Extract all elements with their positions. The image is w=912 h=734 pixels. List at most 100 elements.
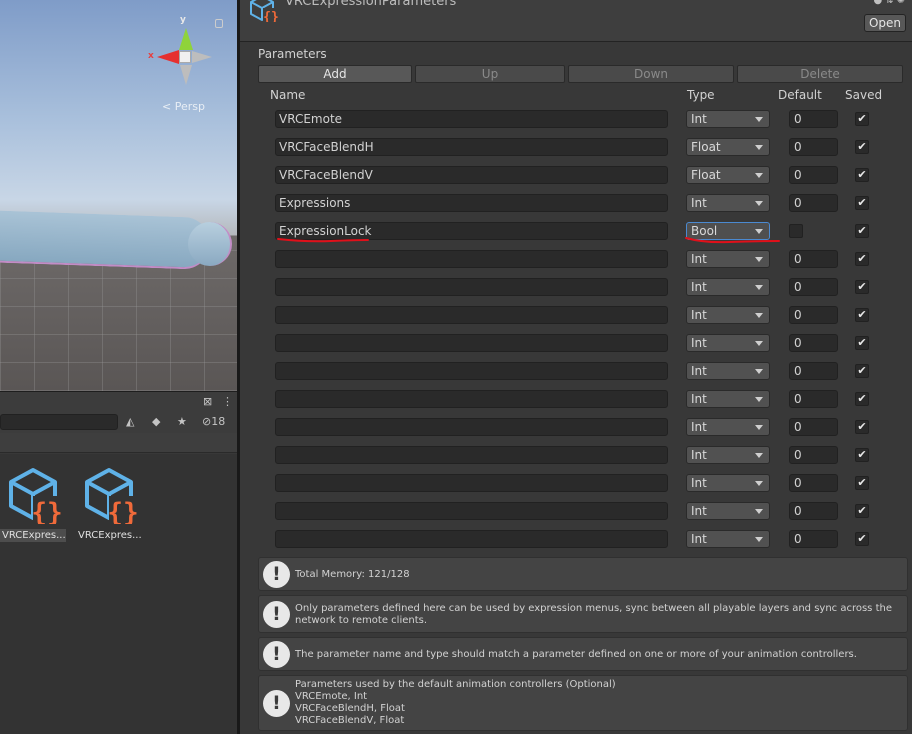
parameter-default-checkbox[interactable] [789,224,803,238]
parameter-saved-checkbox[interactable]: ✔ [855,532,869,546]
parameter-default-input[interactable]: 0 [789,194,838,212]
parameter-name-input[interactable] [275,446,668,464]
sync-text-line: Only parameters defined here can be used… [295,603,892,614]
parameter-saved-checkbox[interactable]: ✔ [855,448,869,462]
parameter-type-dropdown[interactable]: Int [686,530,770,548]
scene-view[interactable]: y x < Persp [0,0,237,391]
parameter-default-input[interactable]: 0 [789,166,838,184]
parameter-default-input[interactable]: 0 [789,306,838,324]
parameter-default-input[interactable]: 0 [789,110,838,128]
help-icon[interactable]: ● [873,0,885,6]
gizmo-x-cone[interactable] [157,50,179,64]
parameter-name-input[interactable] [275,362,668,380]
parameter-saved-checkbox[interactable]: ✔ [855,504,869,518]
parameter-name-input[interactable] [275,334,668,352]
hidden-packages-icon[interactable]: ⊘18 [202,415,225,428]
open-button[interactable]: Open [864,14,906,32]
parameter-type-dropdown[interactable]: Float [686,138,770,156]
projection-label[interactable]: < Persp [162,100,205,113]
lock-icon[interactable] [215,19,223,28]
parameter-default-input[interactable]: 0 [789,362,838,380]
settings-icon[interactable]: ✺ [897,0,908,6]
orientation-gizmo[interactable]: y x [148,15,220,90]
parameter-saved-checkbox[interactable]: ✔ [855,252,869,266]
parameter-type-dropdown[interactable]: Float [686,166,770,184]
parameter-default-input[interactable]: 0 [789,278,838,296]
dropdown-caret-icon [755,481,763,486]
gizmo-neg-y-cone[interactable] [180,65,192,85]
add-button[interactable]: Add [258,65,412,83]
parameter-name-input[interactable] [275,278,668,296]
parameter-type-dropdown[interactable]: Int [686,278,770,296]
asset-item[interactable]: {} VRCExpres... [0,466,66,542]
parameter-type-dropdown[interactable]: Int [686,334,770,352]
parameter-type-dropdown[interactable]: Int [686,110,770,128]
parameter-type-dropdown[interactable]: Int [686,306,770,324]
parameter-type-value: Int [691,532,707,546]
parameter-saved-checkbox[interactable]: ✔ [855,308,869,322]
inspector-panel: {} VRCExpressionParameters ●⇅✺ Open Para… [240,0,912,734]
gizmo-y-cone[interactable] [179,28,193,50]
parameter-name-input[interactable]: VRCFaceBlendH [275,138,668,156]
project-search-input[interactable] [0,414,118,430]
parameter-default-input[interactable]: 0 [789,474,838,492]
parameter-name-input[interactable]: VRCFaceBlendV [275,166,668,184]
parameter-type-dropdown[interactable]: Int [686,250,770,268]
parameter-default-input[interactable]: 0 [789,390,838,408]
parameter-default-input[interactable]: 0 [789,446,838,464]
parameter-default-input[interactable]: 0 [789,250,838,268]
parameter-name-input[interactable] [275,530,668,548]
parameter-type-dropdown[interactable]: Int [686,390,770,408]
parameter-saved-checkbox[interactable]: ✔ [855,196,869,210]
gizmo-neg-x-cone[interactable] [192,51,212,63]
parameter-saved-checkbox[interactable]: ✔ [855,280,869,294]
gizmo-center-cube[interactable] [179,51,191,63]
parameter-default-input[interactable]: 0 [789,418,838,436]
parameter-saved-checkbox[interactable]: ✔ [855,476,869,490]
parameter-type-dropdown[interactable]: Int [686,418,770,436]
parameter-name-input[interactable] [275,306,668,324]
filter-by-label-icon[interactable]: ◆ [152,415,160,428]
parameter-type-value: Int [691,476,707,490]
parameter-default-input[interactable]: 0 [789,138,838,156]
delete-button[interactable]: Delete [737,65,903,83]
dropdown-caret-icon [755,201,763,206]
parameter-saved-checkbox[interactable]: ✔ [855,364,869,378]
parameter-saved-checkbox[interactable]: ✔ [855,224,869,238]
parameter-type-dropdown[interactable]: Int [686,446,770,464]
parameter-type-dropdown[interactable]: Int [686,194,770,212]
parameter-name-input[interactable] [275,474,668,492]
parameter-name-input[interactable] [275,390,668,408]
parameter-name-input[interactable]: VRCEmote [275,110,668,128]
favorite-star-icon[interactable]: ★ [177,415,187,428]
parameter-type-dropdown[interactable]: Int [686,502,770,520]
parameter-name-input[interactable] [275,502,668,520]
up-button[interactable]: Up [415,65,565,83]
parameter-default-input[interactable]: 0 [789,502,838,520]
parameter-saved-checkbox[interactable]: ✔ [855,392,869,406]
lock-icon[interactable]: ⊠ [203,395,212,408]
parameter-default-input[interactable]: 0 [789,530,838,548]
asset-item[interactable]: {} VRCExpres... [76,466,142,542]
parameter-type-value: Int [691,308,707,322]
preset-icon[interactable]: ⇅ [885,0,896,6]
parameter-saved-checkbox[interactable]: ✔ [855,140,869,154]
parameter-type-dropdown[interactable]: Int [686,362,770,380]
parameter-saved-checkbox[interactable]: ✔ [855,420,869,434]
filter-by-type-icon[interactable]: ◭ [126,415,134,428]
parameter-name-input[interactable]: Expressions [275,194,668,212]
parameter-type-dropdown[interactable]: Int [686,474,770,492]
sync-info-box: ! Only parameters defined here can be us… [258,595,908,633]
more-options-icon[interactable]: ⋮ [222,395,233,408]
match-text: The parameter name and type should match… [295,649,857,660]
down-button[interactable]: Down [568,65,734,83]
dropdown-caret-icon [755,285,763,290]
parameter-saved-checkbox[interactable]: ✔ [855,168,869,182]
parameter-name-input[interactable] [275,250,668,268]
parameter-saved-checkbox[interactable]: ✔ [855,112,869,126]
parameter-row: Int 0 ✔ [240,501,912,529]
parameter-name-input[interactable] [275,418,668,436]
parameter-saved-checkbox[interactable]: ✔ [855,336,869,350]
parameter-default-input[interactable]: 0 [789,334,838,352]
dropdown-caret-icon [755,257,763,262]
